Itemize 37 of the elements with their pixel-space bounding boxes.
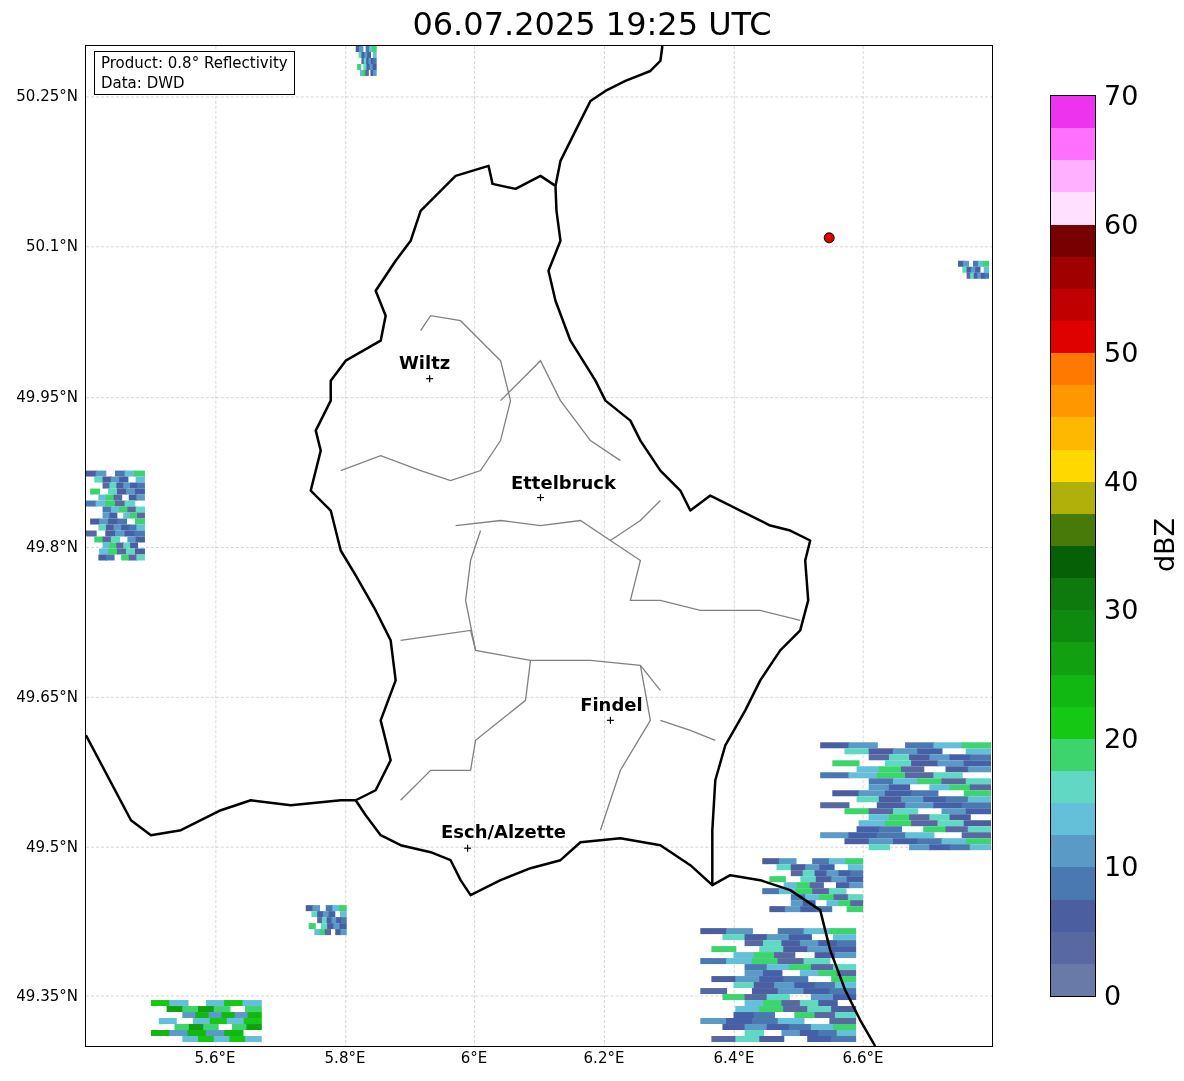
colorbar-tick-label: 60 [1104,209,1139,240]
latitude-label: 49.35°N [16,987,78,1005]
city-label: Wiltz [399,351,451,373]
latitude-label: 49.95°N [16,388,78,406]
city-label: Ettelbruck [511,471,616,493]
latitude-label: 49.5°N [25,838,78,856]
city-marker-icon [536,493,545,502]
longitude-label: 6°E [460,1049,488,1067]
colorbar-tick-label: 70 [1104,81,1139,111]
longitude-label: 6.2°E [583,1049,625,1067]
colorbar-tick-label: 30 [1104,595,1139,626]
latitude-label: 50.25°N [16,87,78,105]
city-marker-icon [425,374,434,383]
info-text: Data: DWD [101,73,186,93]
info-text: Product: 0.8° Reflectivity [101,53,288,73]
colorbar-tick-label: 20 [1104,723,1139,754]
colorbar-axis-label: dBZ [1150,517,1181,573]
colorbar-tick-label: 10 [1104,852,1139,883]
colorbar-tick-label: 40 [1104,466,1139,497]
city-marker-icon [606,716,615,725]
location-dot [823,232,835,244]
city-label: Esch/Alzette [441,821,567,843]
radar-echo-drawing [355,46,377,76]
latitude-label: 49.65°N [16,688,78,706]
city-label: Findel [580,694,643,716]
longitude-label: 6.6°E [842,1049,884,1067]
radar-echo-drawing [305,905,347,936]
radar-echo-drawing [958,260,989,279]
latitude-label: 50.1°N [25,237,78,255]
city-marker-icon [463,844,472,853]
colorbar-tick-label: 0 [1104,981,1122,1011]
longitude-label: 6.4°E [713,1049,755,1067]
colorbar-tick-label: 50 [1104,338,1139,369]
longitude-label: 5.8°E [324,1049,366,1067]
longitude-label: 5.6°E [194,1049,236,1067]
latitude-label: 49.8°N [25,538,78,556]
chart-title: 06.07.2025 19:25 UTC [412,4,772,44]
